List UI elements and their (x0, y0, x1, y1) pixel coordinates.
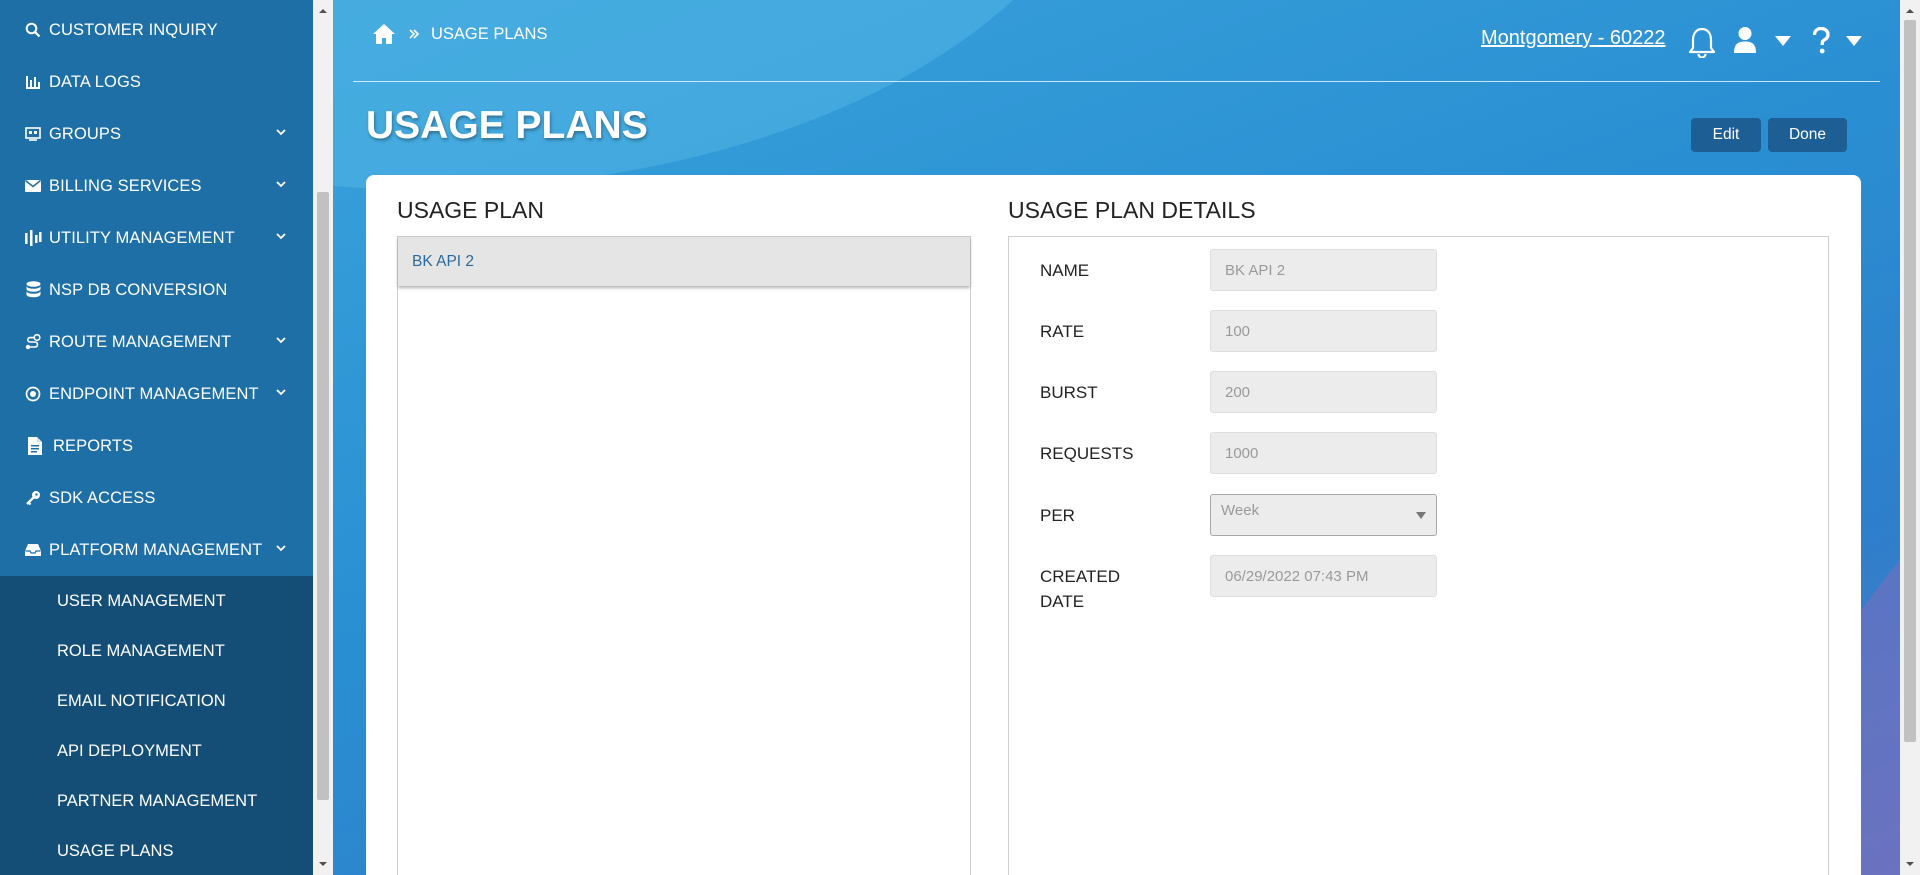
sidebar-item-utility-management[interactable]: UTILITY MANAGEMENT (0, 212, 313, 264)
submenu-item-label: EMAIL NOTIFICATION (57, 691, 226, 710)
sidebar-item-label: UTILITY MANAGEMENT (49, 228, 235, 247)
breadcrumb-separator-icon (409, 29, 420, 39)
requests-field[interactable] (1210, 432, 1437, 474)
submenu-item-label: PARTNER MANAGEMENT (57, 791, 258, 810)
rate-field[interactable] (1210, 310, 1437, 352)
sidebar-item-label: NSP DB CONVERSION (49, 280, 228, 299)
sidebar: CUSTOMER INQUIRY DATA LOGS GROUPS BILLIN… (0, 0, 313, 875)
rate-label: RATE (1040, 322, 1085, 341)
groups-icon (24, 125, 42, 143)
submenu-item-label: USER MANAGEMENT (57, 591, 226, 610)
sidebar-item-sdk-access[interactable]: SDK ACCESS (0, 472, 313, 524)
plan-name: BK API 2 (412, 253, 475, 270)
sidebar-item-route-management[interactable]: ROUTE MANAGEMENT (0, 316, 313, 368)
name-field[interactable] (1210, 249, 1437, 291)
submenu-item-user-management[interactable]: USER MANAGEMENT (0, 576, 313, 626)
help-menu-caret-icon[interactable] (1845, 35, 1863, 47)
home-icon[interactable] (372, 23, 396, 45)
chevron-down-icon (276, 389, 286, 396)
edit-button[interactable]: Edit (1691, 118, 1761, 152)
submenu-item-role-management[interactable]: ROLE MANAGEMENT (0, 626, 313, 676)
user-icon[interactable] (1733, 26, 1757, 54)
sidebar-item-label: ROUTE MANAGEMENT (49, 332, 232, 351)
sidebar-item-label: REPORTS (53, 436, 134, 455)
burst-label: BURST (1040, 383, 1098, 402)
page-title: USAGE PLANS (366, 104, 648, 147)
content-card: USAGE PLAN BK API 2 USAGE PLAN DETAILS N… (366, 175, 1861, 875)
scroll-up-arrow-icon[interactable] (1905, 6, 1915, 16)
submenu-item-usage-plans[interactable]: USAGE PLANS (0, 826, 313, 875)
sidebar-item-label: SDK ACCESS (49, 488, 156, 507)
scroll-down-arrow-icon[interactable] (318, 859, 328, 869)
chevron-down-icon (276, 129, 286, 136)
sidebar-item-customer-inquiry[interactable]: CUSTOMER INQUIRY (0, 4, 313, 56)
route-icon (24, 333, 42, 351)
sidebar-item-nsp-db-conversion[interactable]: NSP DB CONVERSION (0, 264, 313, 316)
created-date-field[interactable] (1210, 555, 1437, 597)
submenu-item-label: ROLE MANAGEMENT (57, 641, 225, 660)
usage-plan-details-title: USAGE PLAN DETAILS (1008, 197, 1256, 223)
chevron-down-icon (276, 337, 286, 344)
sidebar-item-groups[interactable]: GROUPS (0, 108, 313, 160)
sidebar-item-label: DATA LOGS (49, 72, 141, 91)
submenu-item-api-deployment[interactable]: API DEPLOYMENT (0, 726, 313, 776)
page-scrollbar[interactable] (1900, 0, 1920, 875)
submenu-item-partner-management[interactable]: PARTNER MANAGEMENT (0, 776, 313, 826)
header-divider (353, 81, 1880, 82)
per-select[interactable]: Week (1210, 494, 1437, 536)
sidebar-item-label: ENDPOINT MANAGEMENT (49, 384, 259, 403)
sidebar-item-reports[interactable]: REPORTS (0, 420, 313, 472)
key-icon (24, 489, 42, 507)
chevron-down-icon (276, 181, 286, 188)
sidebar-item-endpoint-management[interactable]: ENDPOINT MANAGEMENT (0, 368, 313, 420)
list-item[interactable]: BK API 2 (398, 237, 970, 286)
breadcrumb-current[interactable]: USAGE PLANS (431, 25, 547, 44)
name-label: NAME (1040, 261, 1090, 280)
dot-circle-icon (24, 385, 42, 403)
usage-plan-title: USAGE PLAN (397, 197, 544, 223)
sidebar-item-label: GROUPS (49, 124, 122, 143)
chevron-down-icon (276, 545, 286, 552)
usage-plan-details-panel: NAME RATE BURST REQUESTS PER Week CREATE… (1008, 236, 1829, 875)
scroll-down-arrow-icon[interactable] (1905, 859, 1915, 869)
sidebar-scroll-thumb[interactable] (317, 192, 329, 800)
sidebar-item-platform-management[interactable]: PLATFORM MANAGEMENT (0, 524, 313, 576)
help-icon[interactable] (1812, 27, 1830, 55)
done-button[interactable]: Done (1768, 118, 1847, 152)
sliders-icon (24, 229, 42, 247)
created-date-label-line2: DATE (1040, 592, 1085, 611)
inbox-icon (24, 541, 42, 559)
page-scroll-thumb[interactable] (1904, 20, 1916, 742)
main-content: USAGE PLANS Montgomery - 60222 USAGE PLA… (333, 0, 1900, 875)
usage-plan-list: BK API 2 (397, 236, 971, 875)
created-date-label: CREATED DATE (1040, 564, 1120, 614)
sidebar-item-billing-services[interactable]: BILLING SERVICES (0, 160, 313, 212)
dropdown-arrow-icon (1416, 512, 1426, 519)
burst-field[interactable] (1210, 371, 1437, 413)
database-icon (24, 281, 42, 299)
sidebar-item-label: CUSTOMER INQUIRY (49, 20, 218, 39)
submenu-item-email-notification[interactable]: EMAIL NOTIFICATION (0, 676, 313, 726)
document-icon (26, 437, 44, 455)
platform-management-submenu: USER MANAGEMENT ROLE MANAGEMENT EMAIL NO… (0, 576, 313, 875)
account-link[interactable]: Montgomery - 60222 (1481, 27, 1666, 50)
submenu-item-label: API DEPLOYMENT (57, 741, 202, 760)
sidebar-item-label: BILLING SERVICES (49, 176, 202, 195)
chevron-down-icon (276, 233, 286, 240)
user-menu-caret-icon[interactable] (1774, 35, 1792, 47)
bell-icon[interactable] (1687, 26, 1717, 58)
submenu-item-label: USAGE PLANS (57, 841, 174, 860)
bar-chart-icon (24, 73, 42, 91)
envelope-icon (24, 177, 42, 195)
sidebar-item-data-logs[interactable]: DATA LOGS (0, 56, 313, 108)
per-selected-value: Week (1221, 502, 1260, 519)
requests-label: REQUESTS (1040, 444, 1134, 463)
created-date-label-line1: CREATED (1040, 567, 1120, 586)
scroll-up-arrow-icon[interactable] (318, 6, 328, 16)
sidebar-scrollbar[interactable] (313, 0, 333, 875)
per-label: PER (1040, 506, 1075, 525)
search-icon (24, 21, 42, 39)
top-bar: USAGE PLANS Montgomery - 60222 (333, 0, 1900, 82)
sidebar-item-label: PLATFORM MANAGEMENT (49, 540, 263, 559)
